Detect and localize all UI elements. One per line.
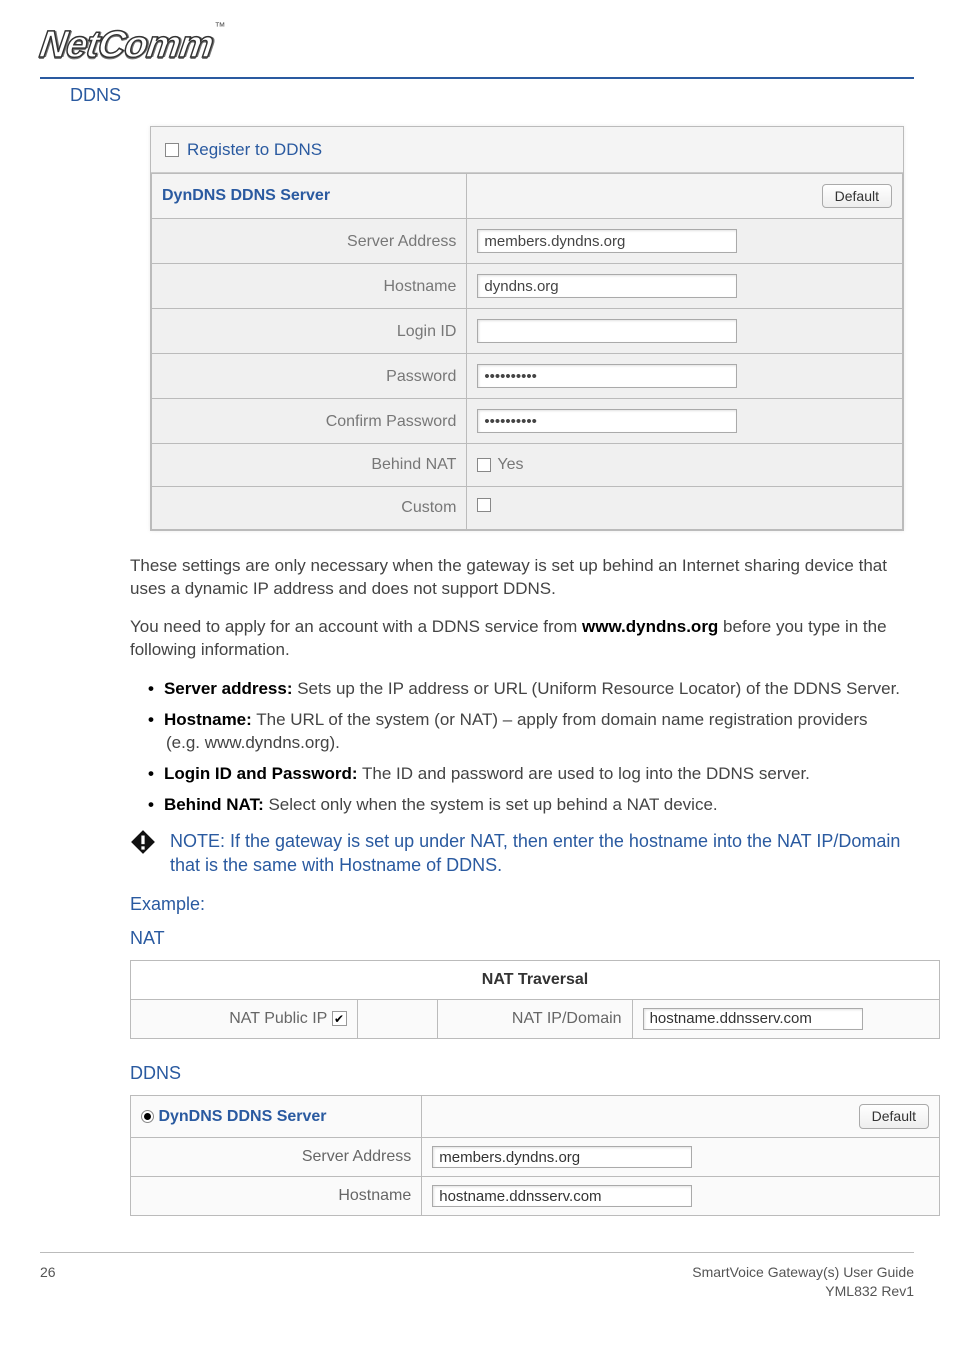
server-title: DynDNS DDNS Server — [152, 173, 467, 219]
trademark: ™ — [214, 21, 225, 33]
ddns-default-button[interactable]: Default — [859, 1104, 929, 1129]
ddns-server-radio[interactable] — [141, 1110, 154, 1123]
b2a: Hostname: — [164, 710, 252, 729]
b2b: The URL of the system (or NAT) – apply f… — [166, 710, 868, 752]
ddns-server-address-input[interactable] — [432, 1146, 692, 1168]
ddns-panel: Register to DDNS DynDNS DDNS Server Defa… — [150, 126, 904, 531]
b3a: Login ID and Password: — [164, 764, 358, 783]
header-rule — [40, 77, 914, 79]
bullet-login: Login ID and Password: The ID and passwo… — [148, 763, 902, 786]
paragraph-1: These settings are only necessary when t… — [130, 555, 902, 601]
nat-table-title: NAT Traversal — [131, 961, 940, 1000]
ddns-server-title: DynDNS DDNS Server — [158, 1108, 326, 1125]
b4a: Behind NAT: — [164, 795, 264, 814]
nat-public-label: NAT Public IP — [229, 1010, 327, 1027]
info-icon — [130, 829, 156, 855]
default-button[interactable]: Default — [822, 184, 892, 209]
brand-logo: NetComm — [36, 20, 216, 71]
nat-ipdomain-input[interactable] — [643, 1008, 863, 1030]
note-block: NOTE: If the gateway is set up under NAT… — [130, 829, 902, 878]
b1b: Sets up the IP address or URL (Uniform R… — [292, 679, 900, 698]
custom-label: Custom — [152, 487, 467, 530]
p2a: You need to apply for an account with a … — [130, 617, 582, 636]
confirm-label: Confirm Password — [152, 399, 467, 444]
page-number: 26 — [40, 1263, 56, 1301]
ddns-table: DynDNS DDNS Server Default Server Addres… — [130, 1095, 940, 1216]
brand-row: NetComm™ — [40, 20, 914, 71]
login-input[interactable] — [477, 319, 737, 343]
bullet-hostname: Hostname: The URL of the system (or NAT)… — [148, 709, 902, 755]
nat-table: NAT Traversal NAT Public IP ✔ NAT IP/Dom… — [130, 960, 940, 1039]
nat-heading: NAT — [130, 926, 902, 950]
bullet-server-address: Server address: Sets up the IP address o… — [148, 678, 902, 701]
footer-line1: SmartVoice Gateway(s) User Guide — [692, 1263, 914, 1282]
custom-checkbox[interactable] — [477, 498, 491, 512]
ddns-heading-2: DDNS — [130, 1061, 902, 1085]
server-address-input[interactable] — [477, 229, 737, 253]
behind-nat-label: Behind NAT — [152, 444, 467, 487]
hostname-label: Hostname — [152, 264, 467, 309]
hostname-input[interactable] — [477, 274, 737, 298]
paragraph-2: You need to apply for an account with a … — [130, 616, 902, 662]
footer-line2: YML832 Rev1 — [692, 1282, 914, 1301]
body-text: These settings are only necessary when t… — [130, 555, 902, 817]
note-head: NOTE: — [170, 831, 230, 851]
password-label: Password — [152, 354, 467, 399]
example-heading: Example: — [130, 892, 902, 916]
confirm-input[interactable] — [477, 409, 737, 433]
nat-ipdomain-label: NAT IP/Domain — [438, 999, 632, 1038]
note-text: If the gateway is set up under NAT, then… — [170, 831, 900, 875]
b4b: Select only when the system is set up be… — [264, 795, 718, 814]
ddns-hostname-input[interactable] — [432, 1185, 692, 1207]
behind-nat-text: Yes — [497, 454, 523, 476]
page-footer: 26 SmartVoice Gateway(s) User Guide YML8… — [40, 1252, 914, 1301]
nat-public-checkbox[interactable]: ✔ — [332, 1011, 347, 1026]
dyndns-link: www.dyndns.org — [582, 617, 718, 636]
ddns-server-address-label: Server Address — [131, 1138, 422, 1177]
page-title: DDNS — [70, 83, 914, 107]
bullet-behind-nat: Behind NAT: Select only when the system … — [148, 794, 902, 817]
register-label: Register to DDNS — [187, 139, 322, 162]
server-address-label: Server Address — [152, 219, 467, 264]
behind-nat-checkbox[interactable] — [477, 458, 491, 472]
ddns-hostname-label: Hostname — [131, 1177, 422, 1216]
password-input[interactable] — [477, 364, 737, 388]
login-label: Login ID — [152, 309, 467, 354]
register-checkbox[interactable] — [165, 143, 179, 157]
b1a: Server address: — [164, 679, 293, 698]
b3b: The ID and password are used to log into… — [358, 764, 810, 783]
